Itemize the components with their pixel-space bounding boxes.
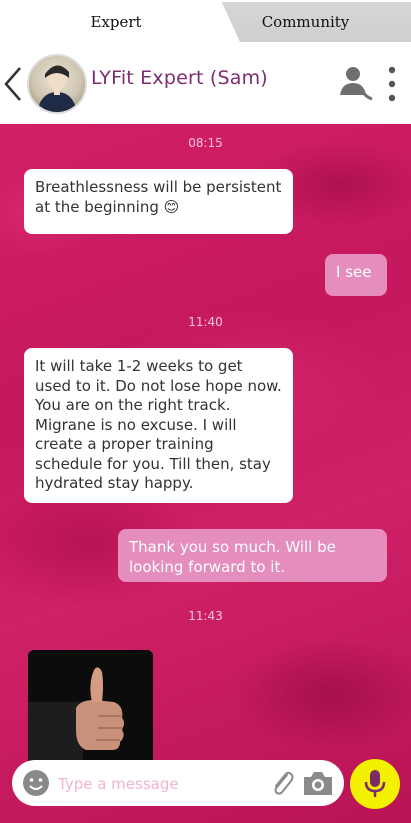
avatar[interactable]: [27, 54, 87, 114]
thumbs-up-image: [28, 667, 124, 770]
tab-bar: Expert Community: [0, 0, 411, 42]
page-title: LYFit Expert (Sam): [91, 67, 268, 89]
paperclip-icon[interactable]: [268, 769, 296, 797]
tab-community[interactable]: Community: [200, 0, 411, 42]
timestamp: 11:40: [188, 315, 223, 329]
microphone-button[interactable]: [350, 759, 400, 809]
chat-area[interactable]: 08:15 Breathlessness will be persistent …: [0, 124, 411, 823]
timestamp: 11:43: [188, 609, 223, 623]
tab-expert[interactable]: Expert: [0, 0, 232, 42]
thumbs-up-photo[interactable]: [28, 650, 153, 770]
chat-header: LYFit Expert (Sam): [0, 42, 411, 124]
message-outgoing[interactable]: I see: [325, 254, 387, 296]
emoji-icon[interactable]: [22, 769, 50, 797]
camera-icon[interactable]: [302, 769, 334, 797]
message-incoming[interactable]: It will take 1-2 weeks to get used to it…: [24, 348, 293, 503]
message-outgoing[interactable]: Thank you so much. Will be looking forwa…: [118, 529, 387, 582]
message-input-bar: [12, 760, 344, 806]
message-input[interactable]: [56, 768, 260, 800]
message-incoming[interactable]: Breathlessness will be persistent at the…: [24, 169, 293, 234]
microphone-icon: [364, 770, 386, 797]
more-options-icon[interactable]: [385, 64, 399, 104]
timestamp: 08:15: [188, 136, 223, 150]
back-arrow-icon[interactable]: [2, 64, 26, 104]
person-icon[interactable]: [338, 65, 376, 103]
avatar-illustration: [37, 65, 77, 112]
